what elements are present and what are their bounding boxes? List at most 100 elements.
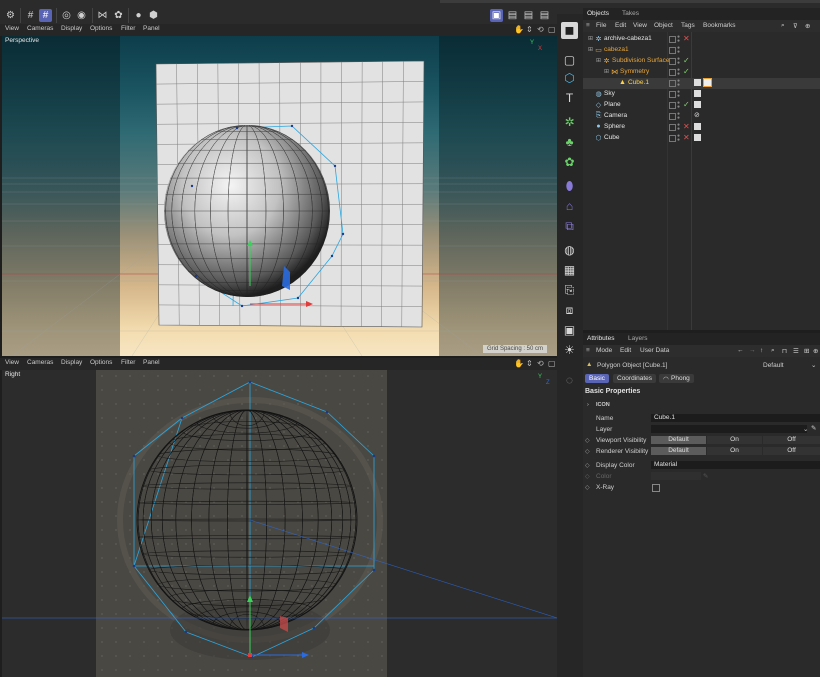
generator-icon[interactable]: ✲	[561, 114, 578, 131]
maximize-icon[interactable]: ▢	[548, 25, 556, 34]
cloner-icon[interactable]: ♣	[561, 134, 578, 151]
object-row[interactable]: ◇ Plane ● ● ✓	[583, 100, 820, 111]
disabled-x-icon[interactable]: ✕	[683, 34, 690, 43]
menu-mode[interactable]: Mode	[596, 347, 612, 354]
expand-icon[interactable]: ⊕	[805, 22, 810, 30]
viewport-perspective[interactable]: Perspective Grid Spacing : 50 cm YX	[2, 36, 557, 356]
layer-field[interactable]	[651, 425, 807, 433]
object-name[interactable]: Plane	[604, 101, 621, 108]
effector-icon[interactable]: ✿	[561, 154, 578, 171]
keyframe-icon[interactable]: ◇	[585, 448, 590, 455]
display-color-dropdown[interactable]: Material	[651, 461, 820, 469]
menu-edit[interactable]: Edit	[620, 347, 631, 354]
object-row[interactable]: ⊞ ✲ Subdivision Surface ● ● ✓	[583, 56, 820, 67]
viewport-visibility-on[interactable]: On	[707, 436, 762, 444]
new-panel-icon[interactable]: ⊞	[804, 347, 809, 355]
film-icon[interactable]: ▤	[506, 9, 519, 22]
cube-object-icon[interactable]: ◼	[561, 22, 578, 39]
dot-icon[interactable]: ●	[132, 9, 145, 22]
object-name[interactable]: Sphere	[604, 123, 625, 130]
object-row[interactable]: ⊞ ⋈ Symmetry ● ● ✓	[583, 67, 820, 78]
layer-checkbox[interactable]	[669, 47, 676, 54]
tag-icon[interactable]: ⊘	[694, 112, 701, 119]
layer-checkbox[interactable]	[669, 113, 676, 120]
menu-view[interactable]: View	[5, 25, 19, 32]
renderer-visibility-default[interactable]: Default	[651, 447, 706, 455]
search-icon[interactable]: ⌕	[781, 22, 785, 30]
menu-cameras[interactable]: Cameras	[27, 359, 53, 366]
twist-icon[interactable]: ⧉	[561, 218, 578, 235]
tag-icon[interactable]	[694, 123, 701, 130]
text-icon[interactable]: T	[561, 90, 578, 107]
object-row[interactable]: ⎘ Camera ● ● ⊘	[583, 111, 820, 122]
tab-objects[interactable]: Objects	[587, 10, 609, 17]
film2-icon[interactable]: ▤	[522, 9, 535, 22]
keyframe-icon[interactable]: ◇	[585, 462, 590, 469]
back-arrow-icon[interactable]: ←	[737, 347, 744, 354]
layer-checkbox[interactable]	[669, 91, 676, 98]
layer-checkbox[interactable]	[669, 80, 676, 87]
butterfly-icon[interactable]: ⋈	[96, 9, 109, 22]
box-icon[interactable]: ⬡	[561, 70, 578, 87]
menu-bookmarks[interactable]: Bookmarks	[703, 22, 736, 29]
object-row[interactable]: ⊞ ✲ archive-cabeza1 ● ● ✕	[583, 34, 820, 45]
layout-icon[interactable]: ▣	[490, 9, 503, 22]
layer-checkbox[interactable]	[669, 135, 676, 142]
deformer-icon[interactable]: ⬮	[561, 178, 578, 195]
menu-cameras[interactable]: Cameras	[27, 25, 53, 32]
lock-icon[interactable]: ⊓	[782, 347, 787, 355]
pick-icon[interactable]: ✎	[811, 424, 816, 432]
up-arrow-icon[interactable]: ↑	[760, 347, 763, 354]
object-row[interactable]: ◍ Sky ● ●	[583, 89, 820, 100]
record-icon[interactable]: ◎	[60, 9, 73, 22]
square-icon[interactable]: ▢	[561, 52, 578, 69]
menu-view[interactable]: View	[5, 359, 19, 366]
material-tag-icon[interactable]	[703, 78, 712, 87]
menu-object[interactable]: Object	[654, 22, 673, 29]
menu-edit[interactable]: Edit	[615, 22, 626, 29]
name-field[interactable]: Cube.1	[651, 414, 820, 422]
object-name[interactable]: Cube.1	[628, 79, 649, 86]
chevron-right-icon[interactable]: ›	[587, 402, 589, 408]
tag-icon[interactable]	[694, 79, 701, 86]
viewport-right[interactable]: Right YZ	[2, 370, 557, 677]
tab-attributes[interactable]: Attributes	[587, 335, 614, 342]
tag-icon[interactable]	[694, 101, 701, 108]
film3-icon[interactable]: ▤	[538, 9, 551, 22]
object-name[interactable]: cabeza1	[604, 46, 629, 53]
object-name[interactable]: Cube	[604, 134, 620, 141]
filter-icon[interactable]: ☰	[793, 347, 799, 355]
menu-filter[interactable]: Filter	[121, 359, 135, 366]
object-row[interactable]: ⬡ Cube ● ● ✕	[583, 133, 820, 144]
viewport-visibility-default[interactable]: Default	[651, 436, 706, 444]
object-name[interactable]: Symmetry	[620, 68, 649, 75]
light-icon[interactable]: ☀	[561, 342, 578, 359]
enabled-check-icon[interactable]: ✓	[683, 56, 690, 65]
object-name[interactable]: archive-cabeza1	[604, 35, 652, 42]
video-icon[interactable]: ▣	[561, 322, 578, 339]
menu-panel[interactable]: Panel	[143, 359, 160, 366]
tab-takes[interactable]: Takes	[622, 10, 639, 17]
menu-options[interactable]: Options	[90, 25, 112, 32]
layer-checkbox[interactable]	[669, 58, 676, 65]
layer-checkbox[interactable]	[669, 102, 676, 109]
layer-checkbox[interactable]	[669, 124, 676, 131]
tag-icon[interactable]	[694, 90, 701, 97]
renderer-visibility-on[interactable]: On	[707, 447, 762, 455]
box-icon[interactable]: ⬢	[147, 9, 160, 22]
settings-icon[interactable]: ✿	[112, 9, 125, 22]
record-icon[interactable]: ⧈	[561, 302, 578, 319]
visibility-dots-icon[interactable]: ● ●	[677, 35, 680, 44]
object-row[interactable]: ▲ Cube.1 ● ●	[583, 78, 820, 89]
menu-view[interactable]: View	[633, 22, 647, 29]
visibility-dots-icon[interactable]: ● ●	[677, 112, 680, 121]
menu-display[interactable]: Display	[61, 25, 82, 32]
chevron-down-icon[interactable]: ⌄	[811, 361, 816, 369]
disabled-x-icon[interactable]: ✕	[683, 133, 690, 142]
hamburger-icon[interactable]: ≡	[586, 22, 590, 29]
object-name[interactable]: Subdivision Surface	[612, 57, 669, 64]
layer-checkbox[interactable]	[669, 36, 676, 43]
tab-layers[interactable]: Layers	[628, 335, 648, 342]
layer-checkbox[interactable]	[669, 69, 676, 76]
menu-display[interactable]: Display	[61, 359, 82, 366]
